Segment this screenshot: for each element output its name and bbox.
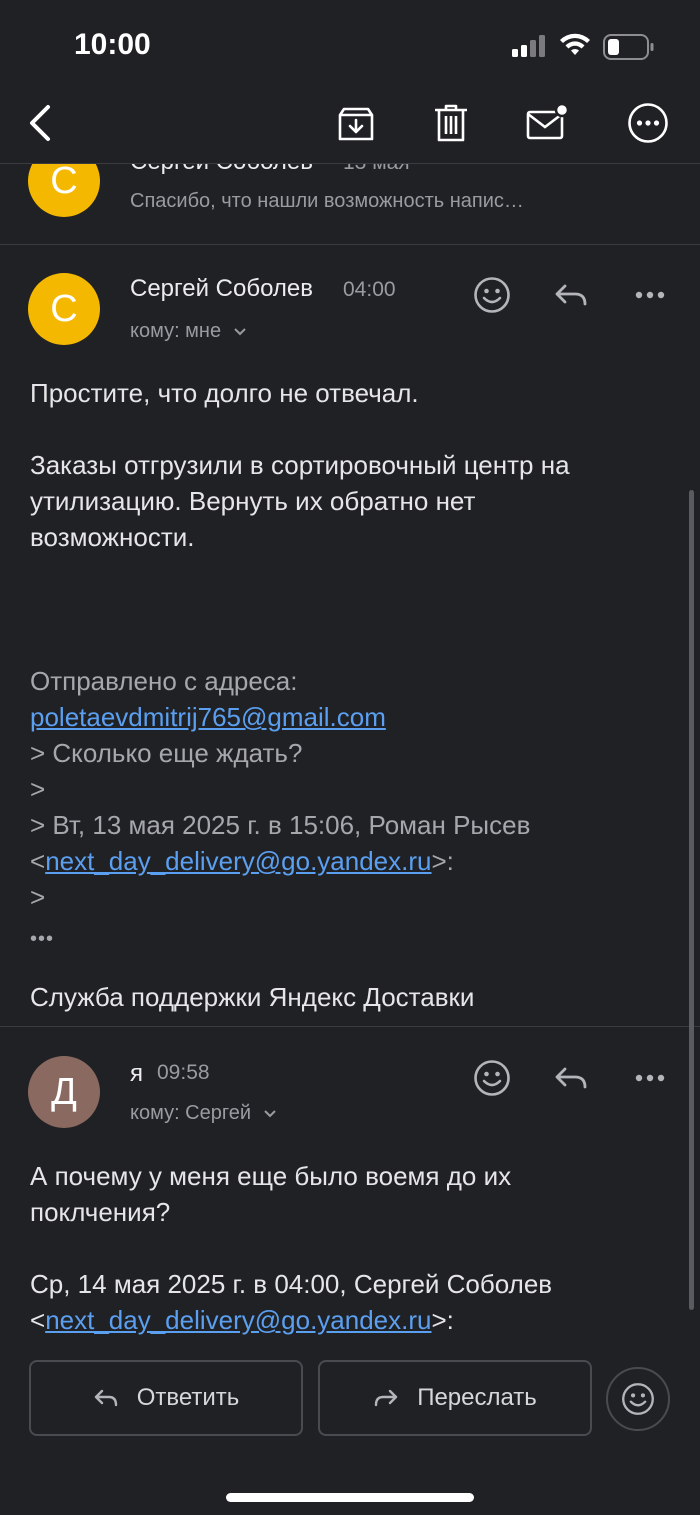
message-date: 13 мая: [343, 164, 410, 175]
message-more-button[interactable]: [628, 1056, 672, 1100]
message-time: 09:58: [157, 1061, 210, 1084]
archive-button[interactable]: [331, 98, 381, 148]
recipients-toggle[interactable]: кому: Сергей: [130, 1102, 277, 1125]
quote-header: Ср, 14 мая 2025 г. в 04:00, Сергей Собол…: [30, 1269, 553, 1299]
bracket: <: [30, 1305, 46, 1335]
cellular-signal-icon: [512, 35, 548, 62]
avatar: С: [28, 164, 100, 217]
sender-name: Сергей Соболев: [130, 275, 314, 302]
body-line: А почему у меня еще было воемя до их: [30, 1161, 512, 1191]
bracket: >:: [431, 846, 454, 876]
trash-icon: [435, 104, 467, 142]
reply-icon: [555, 284, 587, 306]
emoji-reaction-button[interactable]: [606, 1367, 670, 1431]
quote-line: >: [30, 774, 46, 804]
avatar: С: [28, 273, 100, 345]
recipients-label: кому: мне: [130, 320, 222, 342]
forward-label: Переслать: [417, 1384, 537, 1411]
chevron-left-icon: [30, 105, 50, 141]
quote-line: > Сколько еще ждать?: [30, 738, 303, 768]
bracket: >:: [431, 1305, 454, 1335]
delete-button[interactable]: [426, 98, 476, 148]
react-button[interactable]: [470, 273, 514, 317]
message-body: А почему у меня еще было воемя до их пок…: [30, 1158, 670, 1338]
back-button[interactable]: [14, 98, 64, 148]
email-link[interactable]: poletaevdmitrij765@gmail.com: [30, 702, 386, 732]
bracket: <: [30, 846, 46, 876]
more-horizontal-icon: [635, 1074, 665, 1082]
message-divider: [0, 244, 700, 245]
sender-name: Сергей Соболев: [130, 164, 313, 176]
forward-icon: [374, 1389, 398, 1407]
recipients-label: кому: Сергей: [130, 1102, 252, 1124]
message-body: Простите, что долго не отвечал. Заказы о…: [30, 375, 670, 555]
body-line: поклчения?: [30, 1197, 171, 1227]
emoji-icon: [474, 1060, 510, 1096]
reply-button[interactable]: [549, 273, 593, 317]
more-horizontal-icon: [635, 291, 665, 299]
more-button[interactable]: [623, 98, 673, 148]
avatar: Д: [28, 1056, 100, 1128]
body-line: Заказы отгрузили в сортировочный центр н…: [30, 450, 570, 480]
message-time: 04:00: [343, 278, 396, 301]
show-quoted-button[interactable]: •••: [30, 928, 54, 951]
reply-icon: [94, 1389, 117, 1407]
reply-action-button[interactable]: Ответить: [29, 1360, 303, 1436]
scrollbar[interactable]: [689, 490, 694, 1310]
emoji-icon: [622, 1383, 654, 1415]
body-line: утилизацию. Вернуть их обратно нет: [30, 486, 476, 516]
reply-label: Ответить: [136, 1384, 240, 1411]
archive-icon: [338, 107, 374, 141]
signature: Служба поддержки Яндекс Доставки: [30, 982, 475, 1012]
chevron-down-icon: [233, 328, 246, 336]
message-preview: Спасибо, что нашли возможность напис…: [130, 190, 524, 212]
quoted-block: Отправлено с адреса: poletaevdmitrij765@…: [30, 663, 670, 915]
battery-icon: [603, 34, 655, 65]
more-horizontal-icon: [628, 103, 668, 143]
forward-action-button[interactable]: Переслать: [318, 1360, 592, 1436]
email-link[interactable]: next_day_delivery@go.yandex.ru: [45, 846, 431, 876]
status-time: 10:00: [74, 28, 151, 61]
email-link[interactable]: next_day_delivery@go.yandex.ru: [45, 1305, 431, 1335]
sent-from-label: Отправлено с адреса:: [30, 666, 298, 696]
react-button[interactable]: [470, 1056, 514, 1100]
collapsed-message[interactable]: С Сергей Соболев 13 мая Спасибо, что наш…: [0, 164, 700, 244]
mail-unread-icon: [526, 103, 569, 140]
wifi-icon: [559, 33, 591, 62]
reply-icon: [555, 1067, 587, 1089]
recipients-toggle[interactable]: кому: мне: [130, 320, 247, 343]
message-divider: [0, 1026, 700, 1027]
body-line: возможности.: [30, 522, 195, 552]
reply-button[interactable]: [549, 1056, 593, 1100]
body-line: Простите, что долго не отвечал.: [30, 378, 419, 408]
message-more-button[interactable]: [628, 273, 672, 317]
quote-line: > Вт, 13 мая 2025 г. в 15:06, Роман Рысе…: [30, 810, 531, 840]
emoji-icon: [474, 277, 510, 313]
sender-name: я: [130, 1060, 143, 1087]
quote-line: >: [30, 882, 46, 912]
chevron-down-icon: [263, 1110, 276, 1118]
mark-unread-button[interactable]: [522, 98, 572, 148]
home-indicator[interactable]: [226, 1493, 474, 1502]
